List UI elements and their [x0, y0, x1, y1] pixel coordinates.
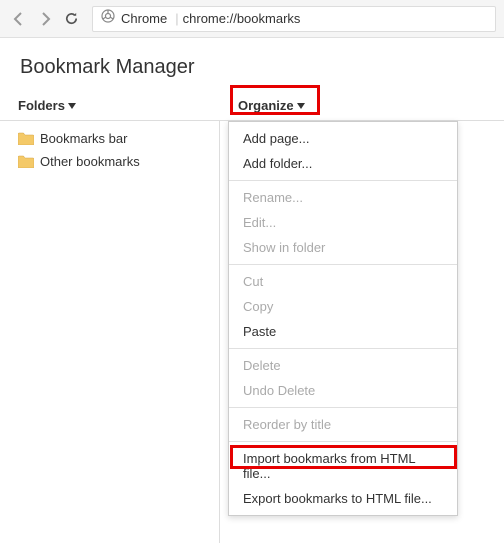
- bookmark-toolbar: Folders Organize: [0, 91, 504, 121]
- forward-icon: [34, 8, 56, 30]
- organize-dropdown[interactable]: Organize: [238, 98, 305, 113]
- folders-label: Folders: [18, 98, 65, 113]
- menu-reorder: Reorder by title: [229, 412, 457, 437]
- sidebar-item-label: Bookmarks bar: [40, 131, 127, 146]
- organize-label: Organize: [238, 98, 294, 113]
- protocol-label: Chrome: [121, 11, 167, 26]
- menu-export-html[interactable]: Export bookmarks to HTML file...: [229, 486, 457, 511]
- menu-divider: [229, 348, 457, 349]
- chevron-down-icon: [68, 103, 76, 109]
- main-area: Add page... Add folder... Rename... Edit…: [220, 121, 504, 543]
- menu-cut: Cut: [229, 269, 457, 294]
- menu-divider: [229, 407, 457, 408]
- content-area: Bookmarks bar Other bookmarks Add page..…: [0, 121, 504, 543]
- sidebar-item-other-bookmarks[interactable]: Other bookmarks: [0, 150, 219, 173]
- menu-undo-delete: Undo Delete: [229, 378, 457, 403]
- menu-paste[interactable]: Paste: [229, 319, 457, 344]
- menu-divider: [229, 180, 457, 181]
- reload-icon[interactable]: [60, 8, 82, 30]
- chevron-down-icon: [297, 103, 305, 109]
- menu-rename: Rename...: [229, 185, 457, 210]
- menu-divider: [229, 264, 457, 265]
- sidebar-item-bookmarks-bar[interactable]: Bookmarks bar: [0, 127, 219, 150]
- url-text: chrome://bookmarks: [183, 11, 301, 26]
- folders-sidebar: Bookmarks bar Other bookmarks: [0, 121, 220, 543]
- menu-show-in-folder: Show in folder: [229, 235, 457, 260]
- menu-add-folder[interactable]: Add folder...: [229, 151, 457, 176]
- menu-import-html[interactable]: Import bookmarks from HTML file...: [229, 446, 457, 486]
- menu-add-page[interactable]: Add page...: [229, 126, 457, 151]
- folder-icon: [18, 155, 34, 168]
- sidebar-item-label: Other bookmarks: [40, 154, 140, 169]
- back-icon: [8, 8, 30, 30]
- menu-divider: [229, 441, 457, 442]
- menu-copy: Copy: [229, 294, 457, 319]
- page-title: Bookmark Manager: [0, 38, 504, 91]
- organize-menu: Add page... Add folder... Rename... Edit…: [228, 121, 458, 516]
- address-bar[interactable]: Chrome | chrome://bookmarks: [92, 6, 496, 32]
- menu-edit: Edit...: [229, 210, 457, 235]
- folder-icon: [18, 132, 34, 145]
- browser-toolbar: Chrome | chrome://bookmarks: [0, 0, 504, 38]
- chrome-icon: [101, 9, 115, 28]
- folders-dropdown[interactable]: Folders: [18, 98, 76, 113]
- address-text: Chrome | chrome://bookmarks: [121, 11, 300, 26]
- menu-delete: Delete: [229, 353, 457, 378]
